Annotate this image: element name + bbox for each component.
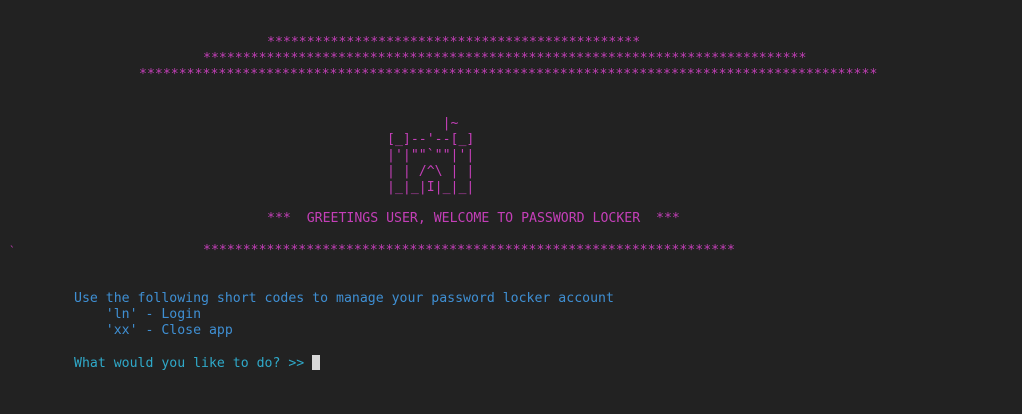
banner-stars-bottom: ****************************************…	[203, 243, 735, 258]
instructions-intro: Use the following short codes to manage …	[74, 291, 614, 306]
banner-stars-middle: ****************************************…	[203, 51, 807, 66]
prompt-text: What would you like to do? >>	[74, 356, 313, 371]
shortcode-close-app: 'xx' - Close app	[74, 323, 233, 338]
stray-backtick: `	[9, 244, 16, 257]
text-cursor[interactable]	[312, 355, 321, 370]
castle-ascii-art: |~ [_]--'--[_] |'|""`""|'| | | /^\ | | |…	[387, 116, 475, 195]
shortcode-login: 'ln' - Login	[74, 307, 202, 322]
terminal-window[interactable]: ****************************************…	[0, 0, 1022, 414]
banner-stars-wide: ****************************************…	[139, 67, 878, 82]
banner-stars-top: ****************************************…	[267, 35, 641, 50]
input-prompt[interactable]: What would you like to do? >>	[74, 355, 321, 372]
greeting-message: *** GREETINGS USER, WELCOME TO PASSWORD …	[267, 211, 680, 226]
